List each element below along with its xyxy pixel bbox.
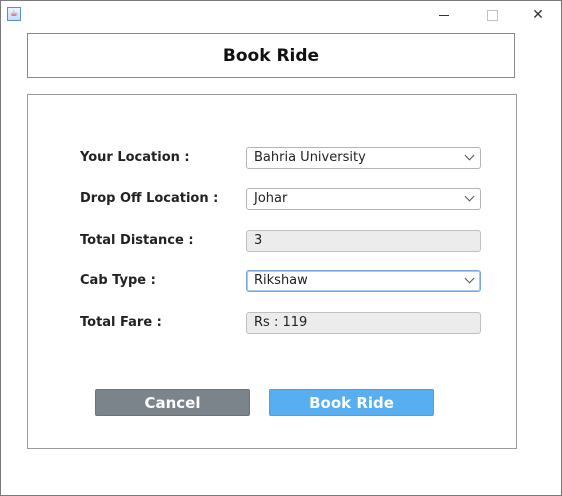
- header-panel: Book Ride: [27, 33, 515, 78]
- total-distance-value: 3: [254, 233, 263, 248]
- minimize-icon: [439, 14, 449, 16]
- page-title: Book Ride: [222, 45, 320, 66]
- total-distance-label: Total Distance :: [80, 233, 194, 248]
- drop-off-location-label: Drop Off Location :: [80, 191, 219, 206]
- your-location-select[interactable]: Bahria University: [246, 147, 481, 169]
- total-fare-value: Rs : 119: [254, 315, 308, 330]
- cab-type-value: Rikshaw: [254, 273, 308, 288]
- booking-form: Your Location : Bahria University Drop O…: [27, 94, 517, 449]
- book-ride-button[interactable]: Book Ride: [269, 389, 434, 416]
- total-fare-label: Total Fare :: [80, 315, 162, 330]
- chevron-down-icon: [464, 150, 475, 161]
- total-distance-field: 3: [246, 230, 481, 252]
- cab-type-label: Cab Type :: [80, 273, 156, 288]
- drop-off-location-select[interactable]: Johar: [246, 188, 481, 210]
- cancel-button[interactable]: Cancel: [95, 389, 250, 416]
- close-button[interactable]: ✕: [515, 1, 561, 29]
- your-location-value: Bahria University: [254, 150, 366, 165]
- maximize-button[interactable]: [469, 1, 515, 29]
- maximize-icon: [486, 9, 498, 21]
- chevron-down-icon: [464, 273, 475, 284]
- your-location-label: Your Location :: [80, 150, 190, 165]
- drop-off-location-value: Johar: [254, 191, 288, 206]
- close-icon: ✕: [532, 7, 544, 23]
- java-app-icon: ☕: [7, 7, 21, 21]
- chevron-down-icon: [464, 191, 475, 202]
- cab-type-select[interactable]: Rikshaw: [246, 270, 481, 292]
- total-fare-field: Rs : 119: [246, 312, 481, 334]
- app-window: ☕ ✕ Book Ride Your Location : Bahria Uni…: [0, 0, 562, 496]
- title-bar: ☕ ✕: [1, 1, 561, 29]
- minimize-button[interactable]: [421, 1, 467, 29]
